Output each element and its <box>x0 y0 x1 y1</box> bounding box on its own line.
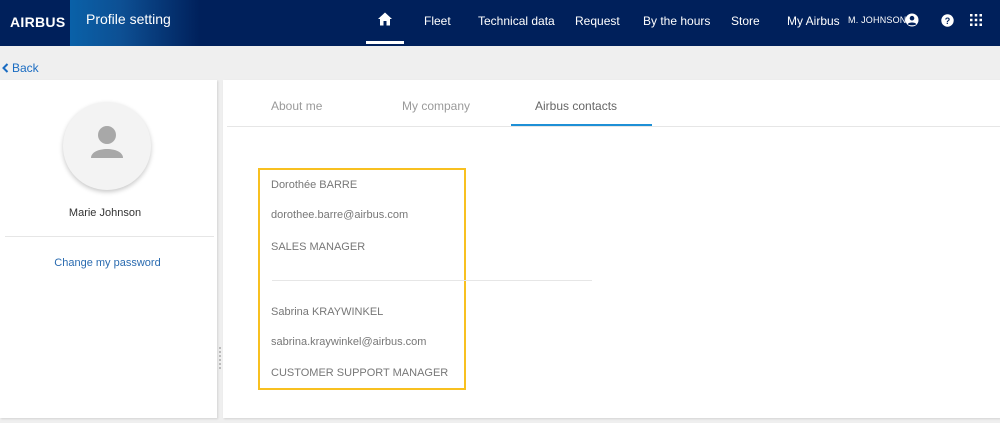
contact-role: SALES MANAGER <box>271 241 366 253</box>
user-avatar-icon <box>91 126 123 158</box>
contact-role: CUSTOMER SUPPORT MANAGER <box>271 367 449 379</box>
tab-about-me[interactable]: About me <box>271 99 322 113</box>
svg-text:?: ? <box>945 16 951 26</box>
nav-store[interactable]: Store <box>731 14 760 28</box>
airbus-logo[interactable]: AIRBUS <box>10 14 65 30</box>
nav-my-airbus[interactable]: My Airbus <box>787 14 840 28</box>
home-icon <box>378 12 392 26</box>
profile-sidebar: Marie Johnson Change my password <box>0 80 217 418</box>
avatar <box>63 102 151 190</box>
tab-my-company[interactable]: My company <box>402 99 470 113</box>
profile-name: Marie Johnson <box>68 207 142 219</box>
nav-by-the-hours[interactable]: By the hours <box>643 14 710 28</box>
contact-name: Sabrina KRAYWINKEL <box>271 306 384 318</box>
chevron-left-icon <box>2 63 9 73</box>
back-link[interactable]: Back <box>2 61 39 75</box>
change-password-link[interactable]: Change my password <box>0 257 215 269</box>
app-title-area: Profile setting <box>70 0 200 46</box>
active-tab-indicator <box>511 124 652 126</box>
top-navigation-bar: AIRBUS Profile setting Fleet Technical d… <box>0 0 1000 46</box>
back-label: Back <box>12 61 39 75</box>
app-title: Profile setting <box>86 11 171 27</box>
nav-technical-data[interactable]: Technical data <box>478 14 555 28</box>
nav-request[interactable]: Request <box>575 14 620 28</box>
airbus-contacts-list: Dorothée BARRE dorothee.barre@airbus.com… <box>258 168 592 390</box>
contact-email[interactable]: sabrina.kraywinkel@airbus.com <box>271 336 426 348</box>
user-name[interactable]: M. JOHNSON <box>848 15 907 25</box>
profile-tabs: About me My company Airbus contacts <box>227 80 1000 127</box>
home-active-indicator <box>366 41 404 44</box>
apps-grid-icon[interactable] <box>970 14 982 26</box>
contact-email[interactable]: dorothee.barre@airbus.com <box>271 209 408 221</box>
nav-home[interactable] <box>366 0 404 46</box>
help-icon[interactable]: ? <box>941 14 954 27</box>
profile-content-panel: About me My company Airbus contacts Doro… <box>223 80 1000 418</box>
user-circle-icon[interactable] <box>905 13 919 27</box>
contact-name: Dorothée BARRE <box>271 179 358 191</box>
nav-fleet[interactable]: Fleet <box>424 14 451 28</box>
tab-airbus-contacts[interactable]: Airbus contacts <box>535 99 617 113</box>
divider <box>5 236 214 237</box>
back-bar <box>0 46 1000 80</box>
contact-divider <box>272 280 592 281</box>
